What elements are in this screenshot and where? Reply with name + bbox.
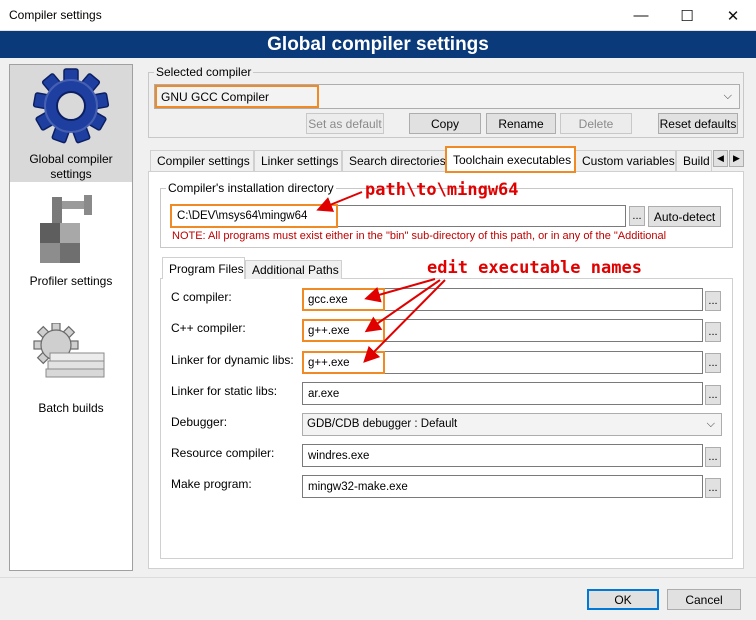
dynamic-linker-arrow (363, 279, 446, 363)
annotation-arrows (316, 191, 446, 363)
ok-button[interactable]: OK (587, 589, 659, 610)
cancel-button[interactable]: Cancel (667, 589, 741, 610)
c-compiler-arrow (364, 278, 436, 303)
path-arrow (316, 191, 363, 212)
